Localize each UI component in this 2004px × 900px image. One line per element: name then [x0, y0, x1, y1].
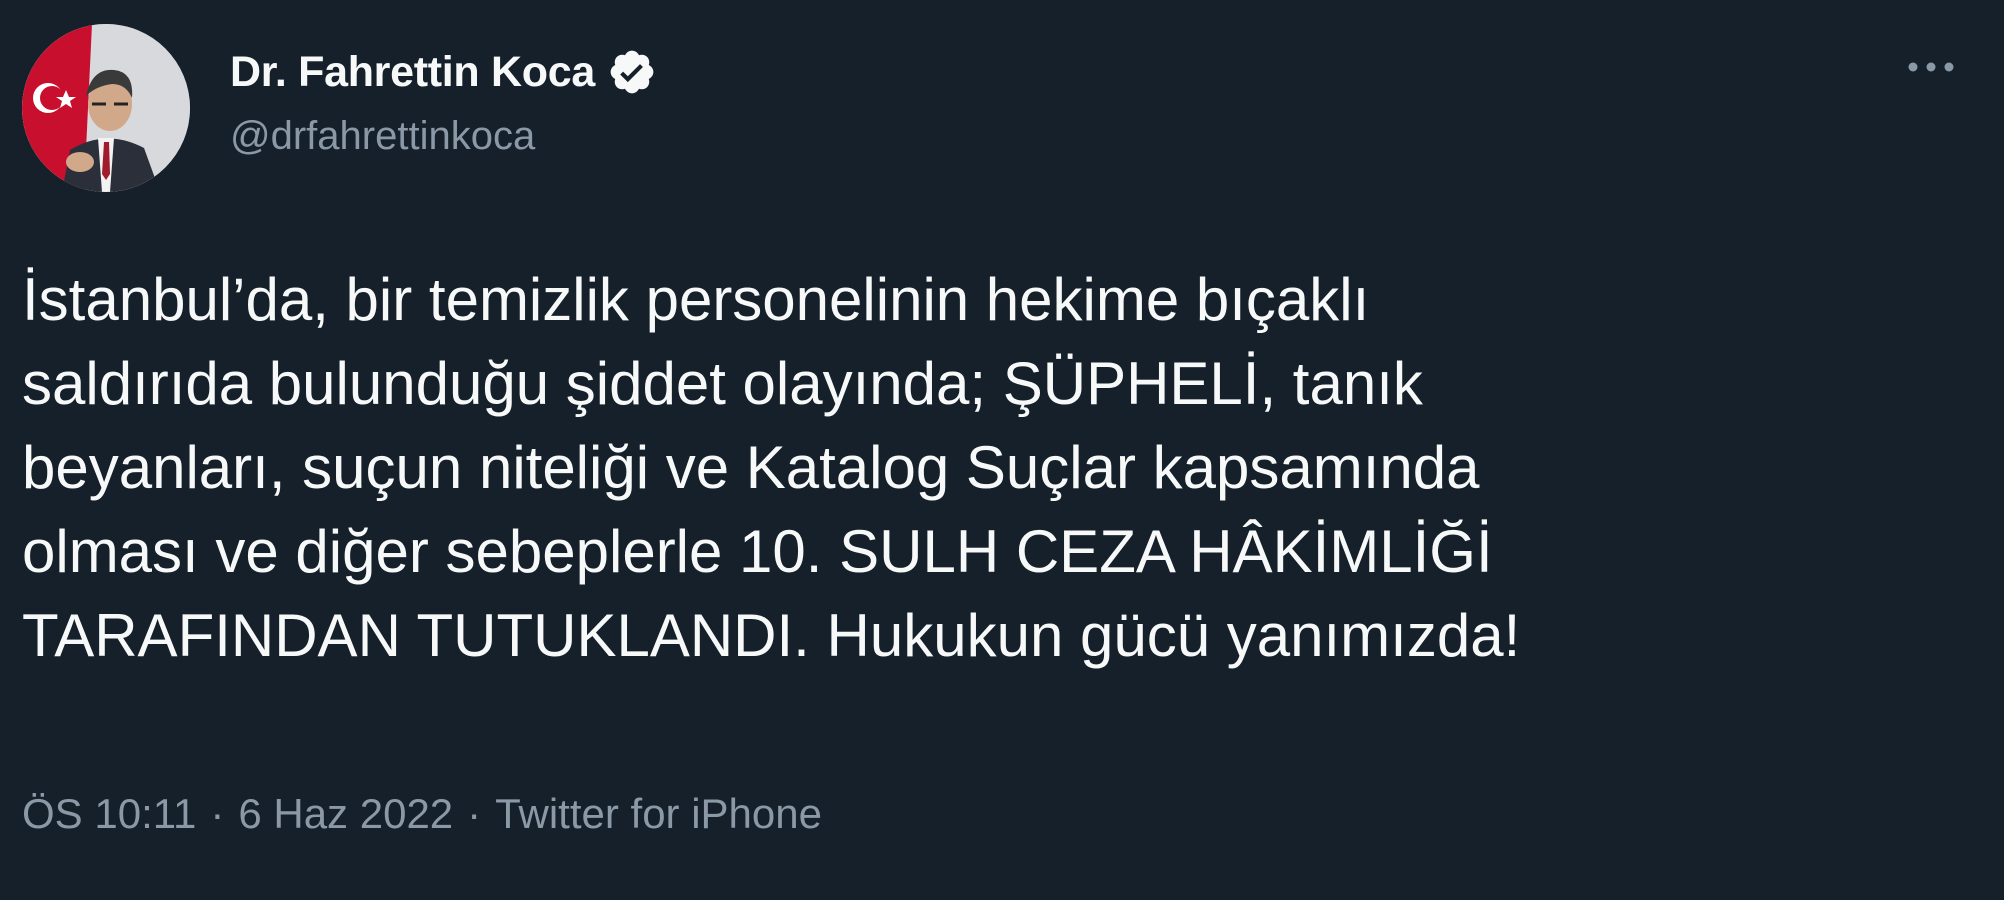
tweet-date[interactable]: 6 Haz 2022: [238, 790, 453, 838]
verified-badge-icon: [607, 47, 657, 97]
tweet-text: İstanbul’da, bir temizlik personelinin h…: [22, 266, 1521, 669]
avatar[interactable]: [22, 24, 190, 192]
meta-separator: ·: [467, 790, 482, 837]
more-options-icon[interactable]: [1903, 52, 1959, 82]
tweet-source[interactable]: Twitter for iPhone: [495, 790, 822, 838]
profile-photo: [22, 24, 190, 192]
tweet-time[interactable]: ÖS 10:11: [22, 790, 196, 838]
author-name-row: Dr. Fahrettin Koca: [230, 44, 657, 100]
tweet-card: Dr. Fahrettin Koca @drfahrettinkoca İsta…: [0, 0, 2004, 900]
author-handle[interactable]: @drfahrettinkoca: [230, 114, 535, 159]
tweet-meta: ÖS 10:11 · 6 Haz 2022 · Twitter for iPho…: [22, 786, 822, 842]
author-display-name[interactable]: Dr. Fahrettin Koca: [230, 48, 595, 97]
meta-separator: ·: [210, 790, 225, 837]
